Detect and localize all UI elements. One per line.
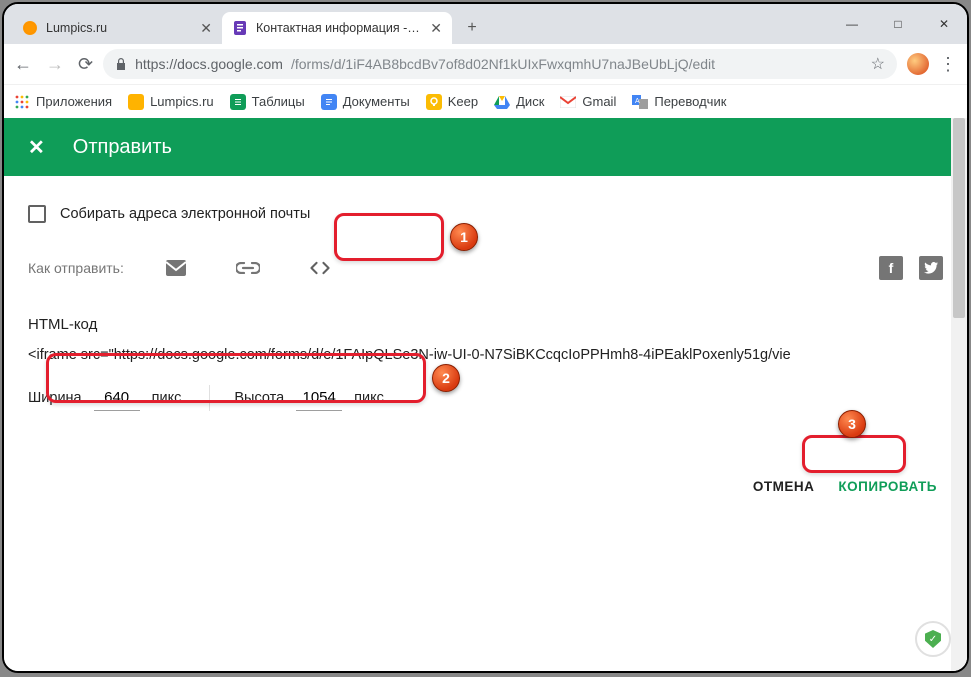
bookmark-gmail[interactable]: Gmail	[560, 94, 616, 110]
collect-emails-checkbox[interactable]	[28, 205, 46, 223]
dialog-actions: ОТМЕНА КОПИРОВАТЬ	[28, 471, 943, 502]
lock-icon	[115, 57, 127, 71]
bookmark-translate[interactable]: A Переводчик	[632, 94, 726, 110]
browser-tabstrip: Lumpics.ru ✕ Контактная информация - Goo…	[4, 4, 967, 44]
twitter-share-button[interactable]	[919, 256, 943, 280]
reload-button[interactable]: ⟳	[78, 55, 93, 73]
collect-emails-row[interactable]: Собирать адреса электронной почты	[28, 194, 943, 234]
url-host: https://docs.google.com	[135, 56, 283, 72]
bookmark-label: Переводчик	[654, 94, 726, 109]
dialog-header: ✕ Отправить	[4, 118, 967, 176]
dimensions-row: Ширина пикс. Высота пикс.	[28, 385, 943, 411]
embed-tab-icon[interactable]	[308, 256, 332, 280]
bookmark-label: Keep	[448, 94, 478, 109]
forward-button[interactable]: →	[46, 55, 64, 73]
close-window-button[interactable]: ✕	[921, 4, 967, 44]
svg-text:A: A	[635, 98, 640, 105]
apps-grid-icon	[14, 94, 30, 110]
collect-emails-label: Собирать адреса электронной почты	[60, 206, 310, 222]
orange-icon	[22, 20, 38, 36]
bookmark-lumpics[interactable]: Lumpics.ru	[128, 94, 214, 110]
facebook-share-button[interactable]: f	[879, 256, 903, 280]
browser-toolbar: ← → ⟳ https://docs.google.com/forms/d/1i…	[4, 44, 967, 84]
tab-title: Lumpics.ru	[46, 21, 192, 35]
bookmark-label: Gmail	[582, 94, 616, 109]
dialog-title: Отправить	[73, 136, 172, 159]
docs-icon	[321, 94, 337, 110]
minimize-button[interactable]: —	[829, 4, 875, 44]
link-tab-icon[interactable]	[236, 256, 260, 280]
page-content: ✕ Отправить Собирать адреса электронной …	[4, 118, 967, 671]
cancel-button[interactable]: ОТМЕНА	[747, 471, 821, 502]
bookmark-docs[interactable]: Документы	[321, 94, 410, 110]
bookmark-label: Документы	[343, 94, 410, 109]
send-method-label: Как отправить:	[28, 260, 124, 276]
drive-icon	[494, 94, 510, 110]
browser-menu-icon[interactable]: ⋮	[939, 54, 957, 75]
address-bar[interactable]: https://docs.google.com/forms/d/1iF4AB8b…	[103, 49, 897, 79]
iframe-code-text[interactable]: <iframe src="https://docs.google.com/for…	[28, 347, 943, 363]
email-tab-icon[interactable]	[164, 256, 188, 280]
bookmark-drive[interactable]: Диск	[494, 94, 544, 110]
gmail-icon	[560, 94, 576, 110]
html-code-heading: HTML-код	[28, 316, 943, 333]
close-icon[interactable]: ✕	[430, 20, 442, 37]
bookmark-label: Таблицы	[252, 94, 305, 109]
page-scrollbar[interactable]	[951, 118, 967, 671]
maximize-button[interactable]: □	[875, 4, 921, 44]
scrollbar-thumb[interactable]	[953, 118, 965, 318]
copy-button[interactable]: КОПИРОВАТЬ	[832, 471, 943, 502]
bookmarks-bar: Приложения Lumpics.ru Таблицы Документы …	[4, 84, 967, 118]
back-button[interactable]: ←	[14, 55, 32, 73]
width-unit: пикс.	[152, 390, 186, 406]
shield-icon[interactable]	[915, 621, 951, 657]
bookmark-label: Приложения	[36, 94, 112, 109]
url-path: /forms/d/1iF4AB8bcdBv7of8d02Nf1kUIxFwxqm…	[291, 56, 715, 72]
height-group: Высота пикс.	[234, 385, 388, 411]
dimensions-divider	[209, 385, 210, 411]
bookmark-apps[interactable]: Приложения	[14, 94, 112, 110]
close-dialog-icon[interactable]: ✕	[28, 135, 45, 160]
send-method-row: Как отправить: f	[28, 248, 943, 288]
browser-tab-active[interactable]: Контактная информация - Goo… ✕	[222, 12, 452, 44]
translate-icon: A	[632, 94, 648, 110]
sheets-icon	[230, 94, 246, 110]
width-label: Ширина	[28, 390, 82, 406]
bookmark-keep[interactable]: Keep	[426, 94, 478, 110]
close-icon[interactable]: ✕	[200, 20, 212, 37]
width-input[interactable]	[94, 385, 140, 411]
forms-icon	[232, 20, 248, 36]
height-input[interactable]	[296, 385, 342, 411]
bookmark-star-icon[interactable]: ☆	[871, 54, 885, 74]
height-label: Высота	[234, 390, 284, 406]
new-tab-button[interactable]: +	[458, 14, 486, 42]
lumpics-icon	[128, 94, 144, 110]
width-group: Ширина пикс.	[28, 385, 185, 411]
keep-icon	[426, 94, 442, 110]
browser-tab[interactable]: Lumpics.ru ✕	[12, 12, 222, 44]
bookmark-sheets[interactable]: Таблицы	[230, 94, 305, 110]
profile-avatar[interactable]	[907, 53, 929, 75]
height-unit: пикс.	[354, 390, 388, 406]
bookmark-label: Lumpics.ru	[150, 94, 214, 109]
bookmark-label: Диск	[516, 94, 544, 109]
tab-title: Контактная информация - Goo…	[256, 21, 422, 35]
